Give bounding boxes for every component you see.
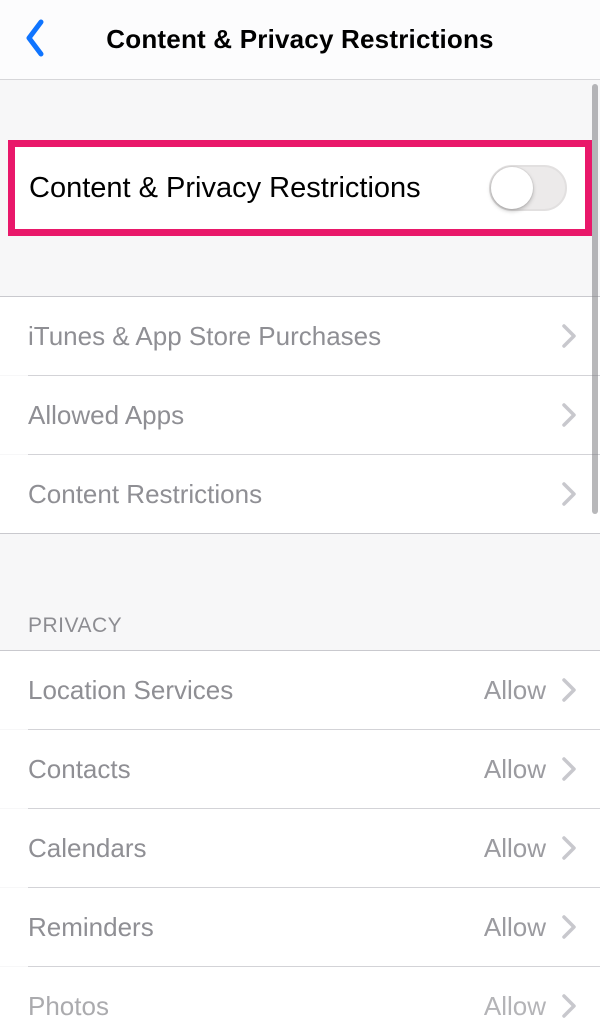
- row-label: Content Restrictions: [28, 479, 562, 510]
- toggle-row-content-privacy[interactable]: Content & Privacy Restrictions: [15, 147, 585, 229]
- row-label: Calendars: [28, 833, 484, 864]
- row-label: Photos: [28, 991, 484, 1022]
- row-label: iTunes & App Store Purchases: [28, 321, 562, 352]
- toggle-label: Content & Privacy Restrictions: [29, 172, 489, 205]
- section-header-privacy: PRIVACY: [0, 614, 600, 650]
- scroll-indicator[interactable]: [592, 84, 598, 514]
- row-itunes-appstore[interactable]: iTunes & App Store Purchases: [0, 297, 600, 375]
- chevron-right-icon: [562, 403, 576, 427]
- row-label: Contacts: [28, 754, 484, 785]
- toggle-switch[interactable]: [489, 165, 567, 211]
- highlight-box: Content & Privacy Restrictions: [8, 140, 592, 236]
- row-label: Location Services: [28, 675, 484, 706]
- row-value: Allow: [484, 991, 546, 1022]
- row-contacts[interactable]: Contacts Allow: [0, 730, 600, 808]
- row-value: Allow: [484, 754, 546, 785]
- chevron-right-icon: [562, 678, 576, 702]
- row-label: Reminders: [28, 912, 484, 943]
- row-reminders[interactable]: Reminders Allow: [0, 888, 600, 966]
- row-content-restrictions[interactable]: Content Restrictions: [0, 455, 600, 533]
- chevron-right-icon: [562, 324, 576, 348]
- back-button[interactable]: [10, 0, 60, 80]
- row-photos[interactable]: Photos Allow: [0, 967, 600, 1024]
- row-location-services[interactable]: Location Services Allow: [0, 651, 600, 729]
- toggle-knob: [491, 167, 533, 209]
- chevron-right-icon: [562, 836, 576, 860]
- row-calendars[interactable]: Calendars Allow: [0, 809, 600, 887]
- chevron-left-icon: [24, 19, 46, 62]
- row-value: Allow: [484, 912, 546, 943]
- row-value: Allow: [484, 833, 546, 864]
- row-allowed-apps[interactable]: Allowed Apps: [0, 376, 600, 454]
- chevron-right-icon: [562, 915, 576, 939]
- chevron-right-icon: [562, 482, 576, 506]
- chevron-right-icon: [562, 994, 576, 1018]
- row-value: Allow: [484, 675, 546, 706]
- chevron-right-icon: [562, 757, 576, 781]
- nav-bar: Content & Privacy Restrictions: [0, 0, 600, 80]
- page-title: Content & Privacy Restrictions: [0, 24, 600, 55]
- row-label: Allowed Apps: [28, 400, 562, 431]
